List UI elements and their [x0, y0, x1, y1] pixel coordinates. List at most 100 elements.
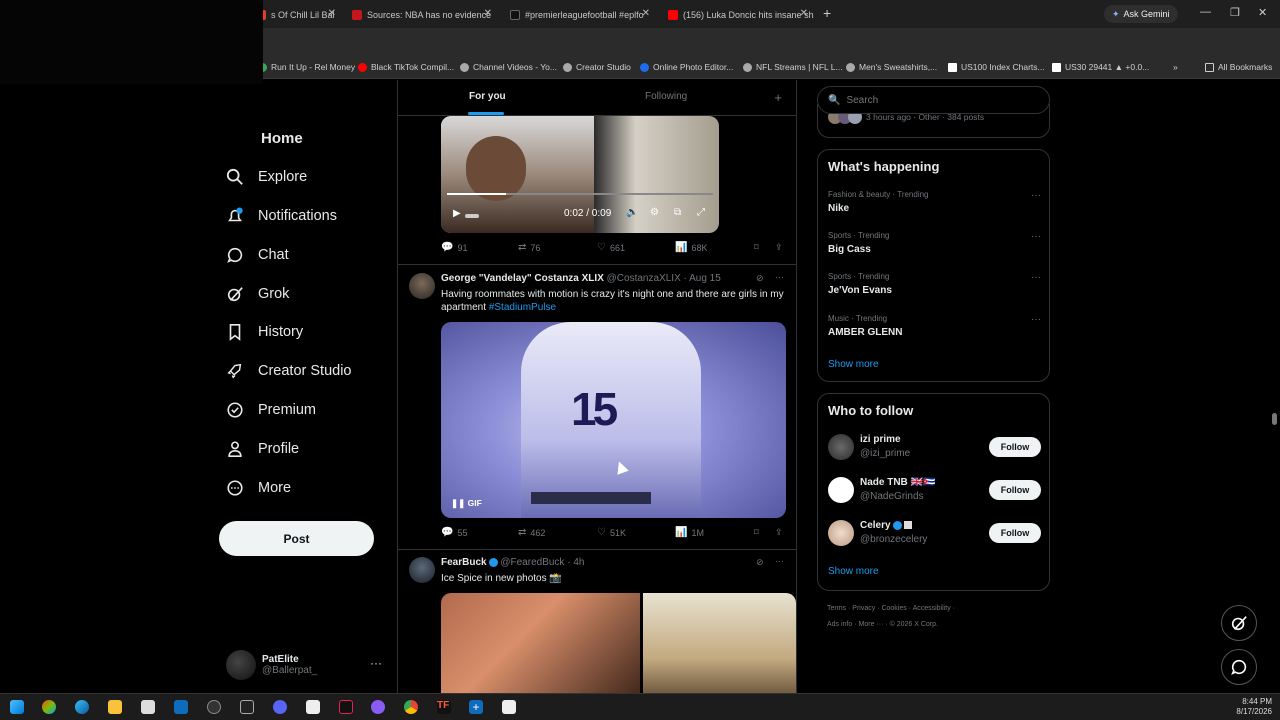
show-more-link[interactable]: Show more — [828, 566, 879, 577]
avatar[interactable] — [409, 557, 435, 583]
close-icon[interactable]: ✕ — [484, 8, 492, 19]
chat-fab-button[interactable] — [1221, 649, 1257, 685]
nav-creator-studio[interactable]: Creator Studio — [226, 362, 352, 380]
bookmark[interactable]: Men's Sweatshirts,... — [846, 62, 937, 72]
nav-history[interactable]: History — [226, 323, 303, 341]
trend-item[interactable]: Fashion & beauty · Trending Nike ··· — [828, 190, 1041, 214]
author-handle[interactable]: @CostanzaXLIX — [607, 273, 681, 284]
bookmark-tweet-icon[interactable]: ⌑ — [754, 242, 759, 253]
grok-icon[interactable]: ⊘ — [756, 273, 764, 284]
settings-gear-icon[interactable]: ⚙ — [650, 207, 659, 218]
app-icon[interactable] — [371, 700, 385, 714]
gif-badge[interactable]: ❚❚ GIF — [451, 498, 482, 509]
search-input[interactable] — [846, 94, 1037, 106]
clock[interactable]: 8:44 PM 8/17/2026 — [1236, 697, 1272, 717]
steam-icon[interactable] — [207, 700, 221, 714]
tweet-date[interactable]: Aug 15 — [689, 273, 721, 284]
close-icon[interactable]: ✕ — [800, 8, 808, 19]
reply-button[interactable]: 💬 91 — [441, 242, 467, 253]
pip-icon[interactable]: ⧉ — [674, 207, 681, 218]
author-name[interactable]: George "Vandelay" Costanza XLIX — [441, 273, 604, 284]
new-tab-icon[interactable]: + — [823, 5, 831, 21]
more-dots-icon[interactable]: ··· — [1031, 314, 1041, 325]
nav-explore[interactable]: Explore — [226, 168, 307, 186]
store-icon[interactable] — [141, 700, 155, 714]
bookmark[interactable]: US30 29441 ▲ +0.0... — [1052, 62, 1149, 72]
restore-icon[interactable]: ❐ — [1230, 6, 1240, 19]
bookmark[interactable]: Online Photo Editor... — [640, 62, 733, 72]
hashtag-link[interactable]: #StadiumPulse — [489, 302, 556, 313]
tweet-video[interactable]: ▶ 0:02 / 0:09 🔈 ⚙ ⧉ ⤢ — [441, 116, 719, 233]
close-icon[interactable]: ✕ — [642, 8, 650, 19]
more-dots-icon[interactable]: ··· — [1031, 231, 1041, 242]
tab-for-you[interactable]: For you — [469, 91, 506, 102]
like-button[interactable]: ♡ 661 — [597, 242, 625, 253]
author-handle[interactable]: @FearedBuck — [500, 557, 564, 568]
tweet-photo[interactable] — [643, 593, 796, 693]
tab-following[interactable]: Following — [645, 91, 687, 102]
like-button[interactable]: ♡ 51K — [597, 527, 626, 538]
edge-icon[interactable] — [75, 700, 89, 714]
browser-tab[interactable]: s Of Chill Lil Bal ✕ — [250, 4, 342, 26]
app-icon[interactable]: TF — [437, 700, 451, 714]
mail-icon[interactable] — [174, 700, 188, 714]
tweet-photo[interactable] — [441, 593, 640, 693]
repost-button[interactable]: ⇄ 76 — [518, 242, 540, 253]
footer-links[interactable]: Ads info · More ··· · © 2026 X Corp. — [827, 621, 938, 628]
share-icon[interactable]: ⇪ — [775, 527, 783, 538]
video-progress-bar[interactable] — [447, 193, 713, 195]
scrollbar[interactable] — [1272, 413, 1277, 425]
ask-gemini-button[interactable]: ✦ Ask Gemini — [1104, 5, 1178, 23]
tiktok-icon[interactable] — [339, 700, 353, 714]
epic-games-icon[interactable] — [240, 700, 254, 714]
follow-suggestion[interactable]: Nade TNB 🇬🇧🇨🇺 @NadeGrinds Follow — [828, 477, 1041, 507]
volume-icon[interactable]: 🔈 — [626, 207, 638, 218]
follow-button[interactable]: Follow — [989, 480, 1041, 500]
bookmark[interactable]: Run It Up - Rel Money — [258, 62, 355, 72]
follow-button[interactable]: Follow — [989, 523, 1041, 543]
nav-grok[interactable]: Grok — [226, 285, 289, 303]
chrome-icon[interactable] — [404, 700, 418, 714]
browser-tab[interactable]: Sources: NBA has no evidence ✕ — [346, 4, 498, 26]
nav-more[interactable]: More — [226, 479, 291, 497]
bookmark[interactable]: Channel Videos - Yo... — [460, 62, 557, 72]
more-dots-icon[interactable]: ··· — [1031, 190, 1041, 201]
tweet-gif[interactable]: 15 ❚❚ GIF — [441, 322, 786, 518]
views-button[interactable]: 📊 68K — [675, 242, 707, 253]
nav-home[interactable]: Home — [261, 130, 303, 147]
more-dots-icon[interactable]: ··· — [775, 272, 784, 282]
app-icon[interactable]: + — [469, 700, 483, 714]
more-dots-icon[interactable]: ··· — [775, 556, 784, 566]
nav-notifications[interactable]: Notifications — [226, 207, 337, 225]
file-explorer-icon[interactable] — [108, 700, 122, 714]
bookmark[interactable]: Creator Studio — [563, 62, 631, 72]
more-dots-icon[interactable]: ··· — [1031, 272, 1041, 283]
show-more-link[interactable]: Show more — [828, 359, 879, 370]
repost-button[interactable]: ⇄ 462 — [518, 527, 545, 538]
grok-icon[interactable]: ⊘ — [756, 557, 764, 568]
fullscreen-icon[interactable]: ⤢ — [697, 207, 705, 218]
bookmark[interactable]: Black TikTok Compil... — [358, 62, 454, 72]
capcut-icon[interactable] — [306, 700, 320, 714]
reply-button[interactable]: 💬 55 — [441, 527, 467, 538]
nav-profile[interactable]: Profile — [226, 440, 299, 458]
avatar[interactable] — [409, 273, 435, 299]
bookmarks-overflow-icon[interactable]: » — [1173, 62, 1178, 72]
discord-icon[interactable] — [273, 700, 287, 714]
search-bar[interactable]: 🔍 — [817, 86, 1050, 114]
footer-links[interactable]: Terms · Privacy · Cookies · Accessibilit… — [827, 605, 955, 612]
close-icon[interactable]: ✕ — [328, 8, 336, 19]
trend-item[interactable]: Sports · Trending Je'Von Evans ··· — [828, 272, 1041, 296]
follow-suggestion[interactable]: izi prime @izi_prime Follow — [828, 434, 1041, 464]
share-icon[interactable]: ⇪ — [775, 242, 783, 253]
views-button[interactable]: 📊 1M — [675, 527, 704, 538]
minimize-icon[interactable]: — — [1200, 6, 1211, 18]
nav-premium[interactable]: Premium — [226, 401, 316, 419]
all-bookmarks[interactable]: All Bookmarks — [1205, 62, 1272, 72]
capcut-icon[interactable] — [502, 700, 516, 714]
play-icon[interactable]: ▶ — [453, 208, 461, 219]
bookmark-tweet-icon[interactable]: ⌑ — [754, 527, 759, 538]
nav-chat[interactable]: Chat — [226, 246, 289, 264]
grok-fab-button[interactable] — [1221, 605, 1257, 641]
trend-item[interactable]: Music · Trending AMBER GLENN ··· — [828, 314, 1041, 338]
